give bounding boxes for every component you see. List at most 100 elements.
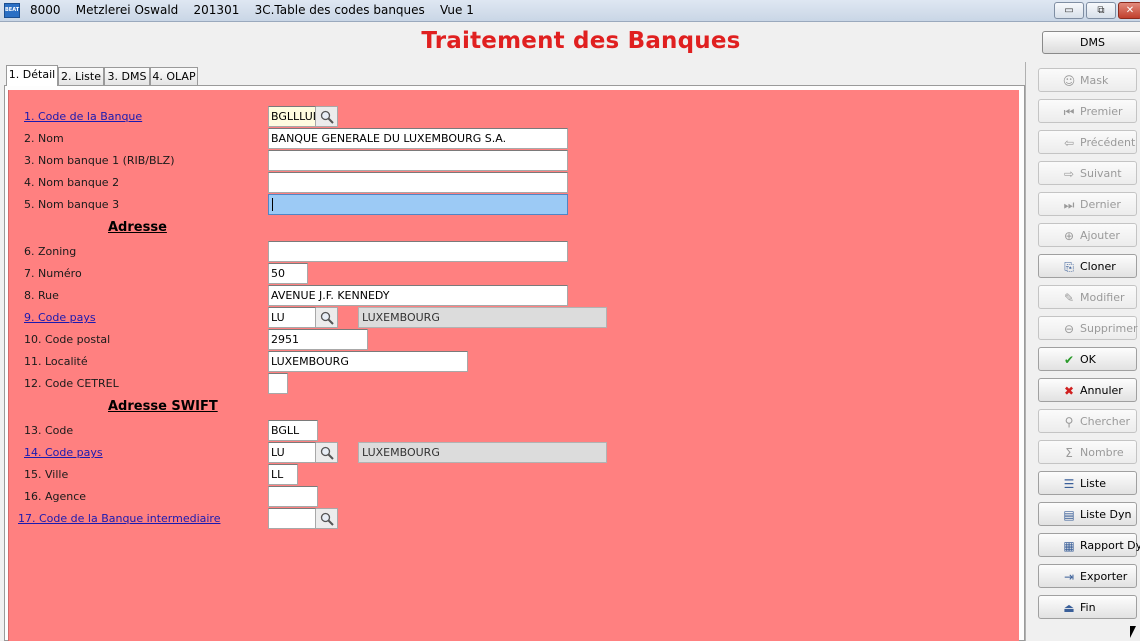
minimize-button[interactable]: ▭: [1054, 2, 1084, 19]
toolbar-button-label: Suivant: [1080, 167, 1122, 180]
banque-intermediaire-label-link[interactable]: 17. Code de la Banque intermediaire: [18, 512, 220, 525]
clone-icon: ⎘: [1064, 260, 1074, 274]
liste-button[interactable]: ☰ Liste: [1038, 471, 1137, 495]
code-banque-lookup-button[interactable]: [316, 106, 338, 127]
window-title-bar: BEAT 8000 Metzlerei Oswald 201301 3C.Tab…: [0, 0, 1140, 22]
swift-code-pays-lookup-button[interactable]: [316, 442, 338, 463]
zoning-label: 6. Zoning: [24, 245, 77, 258]
nom-banque-1-label: 3. Nom banque 1 (RIB/BLZ): [24, 154, 175, 167]
agence-field[interactable]: [268, 486, 318, 507]
toolbar-button-label: Chercher: [1080, 415, 1131, 428]
localite-label: 11. Localité: [24, 355, 88, 368]
chercher-button[interactable]: ⚲ Chercher: [1038, 409, 1137, 433]
tab-dms[interactable]: 3. DMS: [104, 67, 150, 85]
nombre-button[interactable]: Σ Nombre: [1038, 440, 1137, 464]
modifier-button[interactable]: ✎ Modifier: [1038, 285, 1137, 309]
tab-liste[interactable]: 2. Liste: [58, 67, 104, 85]
toolbar-button-label: Premier: [1080, 105, 1123, 118]
zoning-field[interactable]: [268, 241, 568, 262]
banque-intermediaire-field[interactable]: [268, 508, 316, 529]
cloner-button[interactable]: ⎘ Cloner: [1038, 254, 1137, 278]
toolbar-button-label: Annuler: [1080, 384, 1123, 397]
window-title: 8000 Metzlerei Oswald 201301 3C.Table de…: [30, 3, 474, 17]
toolbar-button-label: Modifier: [1080, 291, 1125, 304]
banque-intermediaire-lookup-button[interactable]: [316, 508, 338, 529]
dernier-button[interactable]: ⏭ Dernier: [1038, 192, 1137, 216]
code-cetrel-field[interactable]: [268, 373, 288, 394]
code-pays-field[interactable]: LU: [268, 307, 316, 328]
maximize-button[interactable]: ⧉: [1086, 2, 1116, 19]
nom-field[interactable]: BANQUE GENERALE DU LUXEMBOURG S.A.: [268, 128, 568, 149]
mouse-cursor: [1130, 626, 1136, 638]
toolbar-button-label: Exporter: [1080, 570, 1128, 583]
previous-icon: ⇦: [1063, 136, 1075, 150]
liste-dyn-button[interactable]: ▤ Liste Dyn: [1038, 502, 1137, 526]
export-icon: ⇥: [1063, 570, 1075, 584]
rue-field[interactable]: AVENUE J.F. KENNEDY: [268, 285, 568, 306]
mask-icon: ☺: [1062, 74, 1076, 88]
nom-banque-1-field[interactable]: [268, 150, 568, 171]
numero-field[interactable]: 50: [268, 263, 308, 284]
numero-label: 7. Numéro: [24, 267, 82, 280]
fin-button[interactable]: ⏏ Fin: [1038, 595, 1137, 619]
section-adresse-title: Adresse: [108, 220, 167, 235]
dms-button[interactable]: DMS: [1042, 31, 1140, 54]
toolbar-button-label: Précédent: [1080, 136, 1136, 149]
first-icon: ⏮: [1063, 105, 1075, 119]
toolbar-button-label: Liste: [1080, 477, 1106, 490]
swift-code-field[interactable]: BGLL: [268, 420, 318, 441]
suivant-button[interactable]: ⇨ Suivant: [1038, 161, 1137, 185]
code-pays-lookup-button[interactable]: [316, 307, 338, 328]
localite-field[interactable]: LUXEMBOURG: [268, 351, 468, 372]
toolbar-button-label: Cloner: [1080, 260, 1116, 273]
report-icon: ▦: [1063, 539, 1075, 553]
ok-button[interactable]: ✔ OK: [1038, 347, 1137, 371]
code-cetrel-label: 12. Code CETREL: [24, 377, 119, 390]
toolbar-button-label: Liste Dyn: [1080, 508, 1132, 521]
annuler-button[interactable]: ✖ Annuler: [1038, 378, 1137, 402]
toolbar-button-label: Dernier: [1080, 198, 1121, 211]
app-icon: BEAT: [4, 3, 20, 18]
agence-label: 16. Agence: [24, 490, 87, 503]
rue-label: 8. Rue: [24, 289, 59, 302]
close-window-button[interactable]: ✕: [1118, 2, 1140, 19]
ville-label: 15. Ville: [24, 468, 69, 481]
nom-banque-3-field[interactable]: [268, 194, 568, 215]
magnifier-icon: [320, 311, 334, 325]
code-pays-label-link[interactable]: 9. Code pays: [24, 311, 96, 324]
next-icon: ⇨: [1063, 167, 1075, 181]
last-icon: ⏭: [1063, 198, 1075, 212]
toolbar-button-label: Supprimer: [1080, 322, 1138, 335]
toolbar-button-label: Ajouter: [1080, 229, 1120, 242]
nom-banque-2-field[interactable]: [268, 172, 568, 193]
nom-banque-3-label: 5. Nom banque 3: [24, 198, 120, 211]
dynamic-list-icon: ▤: [1063, 508, 1075, 522]
mask-button[interactable]: ☺ Mask: [1038, 68, 1137, 92]
swift-code-pays-label-link[interactable]: 14. Code pays: [24, 446, 103, 459]
tab-detail[interactable]: 1. Détail: [6, 65, 58, 86]
text-caret: [272, 198, 273, 211]
ville-field[interactable]: LL: [268, 464, 298, 485]
code-banque-label-link[interactable]: 1. Code de la Banque: [24, 110, 142, 123]
cancel-x-icon: ✖: [1063, 384, 1075, 398]
premier-button[interactable]: ⏮ Premier: [1038, 99, 1137, 123]
swift-code-pays-field[interactable]: LU: [268, 442, 316, 463]
toolbar-separator: [1025, 62, 1026, 641]
code-banque-field[interactable]: BGLLLULL: [268, 106, 316, 127]
code-pays-description: LUXEMBOURG: [358, 307, 607, 328]
exit-icon: ⏏: [1063, 601, 1075, 615]
code-postal-field[interactable]: 2951: [268, 329, 368, 350]
add-icon: ⊕: [1063, 229, 1075, 243]
code-postal-label: 10. Code postal: [24, 333, 111, 346]
exporter-button[interactable]: ⇥ Exporter: [1038, 564, 1137, 588]
tab-olap[interactable]: 4. OLAP: [150, 67, 198, 85]
magnifier-icon: [320, 512, 334, 526]
ajouter-button[interactable]: ⊕ Ajouter: [1038, 223, 1137, 247]
précédent-button[interactable]: ⇦ Précédent: [1038, 130, 1137, 154]
edit-icon: ✎: [1063, 291, 1075, 305]
delete-icon: ⊖: [1063, 322, 1075, 336]
supprimer-button[interactable]: ⊖ Supprimer: [1038, 316, 1138, 340]
magnifier-icon: [320, 446, 334, 460]
page-title: Traitement des Banques: [421, 28, 741, 54]
rapport-dyn-button[interactable]: ▦ Rapport Dyn: [1038, 533, 1140, 557]
